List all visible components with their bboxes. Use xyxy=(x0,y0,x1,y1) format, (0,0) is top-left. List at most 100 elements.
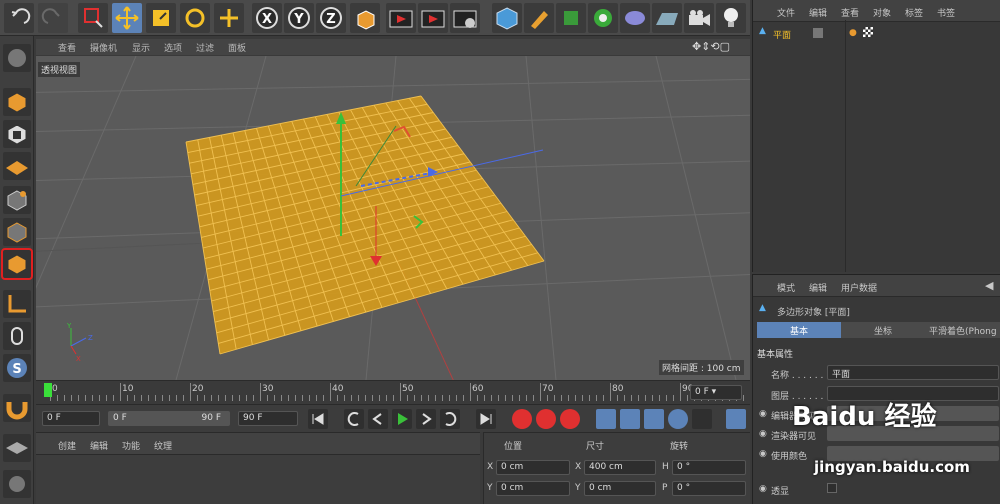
solo-icon[interactable] xyxy=(3,470,31,498)
axis-z-icon[interactable]: Z xyxy=(316,3,346,33)
scale-icon[interactable] xyxy=(146,3,176,33)
mat-menu-edit[interactable]: 编辑 xyxy=(90,439,108,452)
phong-tag-icon[interactable]: ● xyxy=(849,28,857,38)
light-bulb-icon[interactable] xyxy=(716,3,746,33)
mat-menu-create[interactable]: 创建 xyxy=(58,439,76,452)
mograph-icon[interactable] xyxy=(588,3,618,33)
record-icon[interactable] xyxy=(512,409,532,429)
point-mode-icon[interactable] xyxy=(3,186,31,214)
tab-phong[interactable]: 平滑着色(Phong xyxy=(925,322,1000,338)
menu-camera[interactable]: 摄像机 xyxy=(90,41,117,54)
texture-tag-icon[interactable] xyxy=(863,27,873,37)
deformer-icon[interactable] xyxy=(620,3,650,33)
size-y-field[interactable]: 0 cm xyxy=(584,481,656,496)
pos-x-field[interactable]: 0 cm xyxy=(496,460,570,475)
radio-icon[interactable]: ◉ xyxy=(759,429,767,439)
obj-menu-object[interactable]: 对象 xyxy=(873,6,891,19)
obj-menu-edit[interactable]: 编辑 xyxy=(809,6,827,19)
axis-mode-icon[interactable] xyxy=(3,290,31,318)
watermark-url: jingyan.baidu.com xyxy=(814,458,970,476)
attr-menu-edit[interactable]: 编辑 xyxy=(809,281,827,294)
redo-icon[interactable] xyxy=(38,3,68,33)
next-frame-icon[interactable] xyxy=(416,409,436,429)
end-frame-input[interactable]: 90 F xyxy=(238,411,298,426)
rot-p-field[interactable]: 0 ° xyxy=(672,481,746,496)
menu-filter[interactable]: 过滤 xyxy=(196,41,214,54)
end-frame-field[interactable]: 0 F ▾ xyxy=(690,385,742,400)
key-pla-icon[interactable] xyxy=(692,409,712,429)
obj-menu-tag[interactable]: 标签 xyxy=(905,6,923,19)
radio-icon[interactable]: ◉ xyxy=(759,409,767,419)
go-start-icon[interactable] xyxy=(308,409,328,429)
next-key-icon[interactable] xyxy=(440,409,460,429)
cube-icon[interactable] xyxy=(492,3,522,33)
layer-icon[interactable] xyxy=(813,28,823,38)
auto-key-icon[interactable] xyxy=(536,409,556,429)
radio-icon[interactable]: ◉ xyxy=(759,449,767,459)
tab-coordinates[interactable]: 坐标 xyxy=(841,322,925,338)
subdivision-icon[interactable] xyxy=(556,3,586,33)
menu-options[interactable]: 选项 xyxy=(164,41,182,54)
rotate-icon[interactable] xyxy=(180,3,210,33)
timeline-window-icon[interactable] xyxy=(726,409,746,429)
camera-icon[interactable] xyxy=(684,3,714,33)
render-picture-icon[interactable] xyxy=(418,3,448,33)
add-icon[interactable] xyxy=(214,3,244,33)
polygon-mode-icon[interactable] xyxy=(1,248,33,280)
snap-icon[interactable]: S xyxy=(3,354,31,382)
lock-workplane-icon[interactable] xyxy=(3,434,31,462)
obj-menu-view[interactable]: 查看 xyxy=(841,6,859,19)
pen-icon[interactable] xyxy=(524,3,554,33)
keyframe-selection-icon[interactable] xyxy=(560,409,580,429)
viewport-nav-icon[interactable]: ✥⇕⟲▢ xyxy=(692,40,730,53)
timeline-ruler[interactable]: 0 10 20 30 40 50 60 70 80 90 0 F ▾ xyxy=(36,380,750,404)
render-view-icon[interactable] xyxy=(386,3,416,33)
rot-h-field[interactable]: 0 ° xyxy=(672,460,746,475)
key-position-icon[interactable] xyxy=(596,409,616,429)
tab-basic[interactable]: 基本 xyxy=(757,322,841,338)
start-frame-field[interactable]: 0 F xyxy=(42,411,100,426)
go-end-icon[interactable] xyxy=(476,409,496,429)
tweak-mode-icon[interactable] xyxy=(3,322,31,350)
tree-item-plane[interactable]: ▲ 平面 xyxy=(757,26,845,42)
make-editable-icon[interactable] xyxy=(3,44,31,72)
pos-y-field[interactable]: 0 cm xyxy=(496,481,570,496)
key-rotation-icon[interactable] xyxy=(644,409,664,429)
xray-checkbox[interactable] xyxy=(827,483,837,493)
mat-menu-function[interactable]: 功能 xyxy=(122,439,140,452)
obj-menu-bookmark[interactable]: 书签 xyxy=(937,6,955,19)
axis-y-icon[interactable]: Y xyxy=(284,3,314,33)
undo-icon[interactable] xyxy=(4,3,34,33)
texture-mode-icon[interactable] xyxy=(3,120,31,148)
obj-menu-file[interactable]: 文件 xyxy=(777,6,795,19)
axis-x-icon[interactable]: X xyxy=(252,3,282,33)
perspective-viewport[interactable]: Y Z X 透视视图 网格间距 : 100 cm xyxy=(36,56,750,380)
mat-menu-texture[interactable]: 纹理 xyxy=(154,439,172,452)
attr-menu-userdata[interactable]: 用户数据 xyxy=(841,281,877,294)
menu-view[interactable]: 查看 xyxy=(58,41,76,54)
prev-frame-icon[interactable] xyxy=(368,409,388,429)
name-field[interactable]: 平面 xyxy=(827,365,999,380)
back-arrow-icon[interactable]: ◀ xyxy=(985,279,993,292)
magnet-icon[interactable] xyxy=(3,394,31,422)
model-mode-icon[interactable] xyxy=(3,88,31,116)
key-scale-icon[interactable] xyxy=(620,409,640,429)
radio-icon[interactable]: ◉ xyxy=(759,484,767,494)
menu-panel[interactable]: 面板 xyxy=(228,41,246,54)
timeline-tick xyxy=(414,395,415,401)
range-slider[interactable]: 0 F 90 F xyxy=(108,411,230,426)
move-icon[interactable] xyxy=(112,3,142,33)
render-settings-icon[interactable] xyxy=(450,3,480,33)
current-frame-marker[interactable] xyxy=(44,383,52,397)
attr-menu-mode[interactable]: 模式 xyxy=(777,281,795,294)
coord-system-icon[interactable] xyxy=(350,3,380,33)
edge-mode-icon[interactable] xyxy=(3,218,31,246)
size-x-field[interactable]: 400 cm xyxy=(584,460,656,475)
workplane-icon[interactable] xyxy=(3,152,31,180)
prev-key-icon[interactable] xyxy=(344,409,364,429)
select-icon[interactable] xyxy=(78,3,108,33)
floor-icon[interactable] xyxy=(652,3,682,33)
key-param-icon[interactable] xyxy=(668,409,688,429)
menu-display[interactable]: 显示 xyxy=(132,41,150,54)
play-icon[interactable] xyxy=(392,409,412,429)
